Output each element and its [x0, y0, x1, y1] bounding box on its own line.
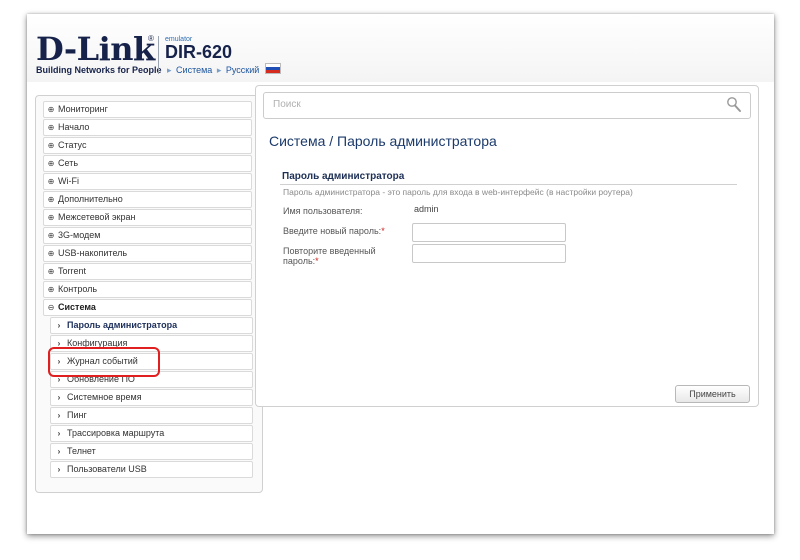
search-icon[interactable]: [726, 96, 742, 114]
sidebar-subitem-traceroute[interactable]: › Трассировка маршрута: [50, 425, 253, 442]
sidebar-item-label: Пароль администратора: [67, 320, 178, 330]
section-title: Пароль администратора: [282, 171, 405, 182]
browser-frame: D-Link ® Building Networks for People em…: [27, 14, 774, 534]
breadcrumb-separator: ▸: [216, 65, 222, 75]
sidebar-item-firewall[interactable]: ⊕ Межсетевой экран: [43, 209, 252, 226]
sidebar-item-network[interactable]: ⊕ Сеть: [43, 155, 252, 172]
expand-icon: ⊕: [47, 213, 55, 222]
sidebar-subitem-ping[interactable]: › Пинг: [50, 407, 253, 424]
chevron-right-icon: ›: [57, 411, 61, 420]
chevron-right-icon: ›: [57, 465, 61, 474]
search-input[interactable]: Поиск: [263, 92, 751, 119]
section-description: Пароль администратора - это пароль для в…: [283, 187, 633, 197]
sidebar-item-advanced[interactable]: ⊕ Дополнительно: [43, 191, 252, 208]
model-name: DIR-620: [165, 42, 233, 62]
header-divider: [158, 36, 159, 74]
required-mark: *: [381, 226, 385, 236]
sidebar-subitem-admin-password[interactable]: › Пароль администратора: [50, 317, 253, 334]
sidebar-item-label: Системное время: [67, 392, 142, 402]
sidebar-subitem-usb-users[interactable]: › Пользователи USB: [50, 461, 253, 478]
sidebar-menu: ⊕ Мониторинг ⊕ Начало ⊕ Статус ⊕ Сеть ⊕ Wi-Fi…: [35, 95, 263, 493]
chevron-right-icon: ›: [57, 447, 61, 456]
section-divider: [280, 184, 737, 185]
expand-icon: ⊕: [47, 105, 55, 114]
expand-icon: ⊕: [47, 195, 55, 204]
search-placeholder: Поиск: [273, 99, 301, 110]
russian-flag-icon[interactable]: [264, 63, 281, 74]
sidebar-item-label: Межсетевой экран: [58, 212, 136, 222]
sidebar-subitem-system-time[interactable]: › Системное время: [50, 389, 253, 406]
sidebar-item-label: USB-накопитель: [58, 248, 128, 258]
sidebar-item-control[interactable]: ⊕ Контроль: [43, 281, 252, 298]
apply-button[interactable]: Применить: [675, 385, 750, 403]
chevron-right-icon: ›: [57, 321, 61, 330]
sidebar-item-usb-storage[interactable]: ⊕ USB-накопитель: [43, 245, 252, 262]
sidebar-item-monitoring[interactable]: ⊕ Мониторинг: [43, 101, 252, 118]
sidebar-item-label: Wi-Fi: [58, 176, 79, 186]
expand-icon: ⊕: [47, 249, 55, 258]
main-panel: Поиск Система / Пароль администратора Па…: [255, 85, 759, 407]
sidebar-item-label: Пинг: [67, 410, 87, 420]
header: D-Link ® Building Networks for People em…: [27, 14, 774, 82]
repeat-password-label: Повторите введенный пароль:*: [283, 246, 395, 266]
sidebar-item-label: 3G-модем: [58, 230, 101, 240]
sidebar-item-wifi[interactable]: ⊕ Wi-Fi: [43, 173, 252, 190]
sidebar-item-label: Телнет: [67, 446, 96, 456]
sidebar-item-label: Сеть: [58, 158, 79, 168]
page-title: Система / Пароль администратора: [269, 133, 497, 149]
new-password-field[interactable]: [412, 223, 566, 242]
new-password-label-text: Введите новый пароль:: [283, 226, 382, 236]
sidebar-item-label: Мониторинг: [58, 104, 108, 114]
repeat-password-field[interactable]: [412, 244, 566, 263]
breadcrumb: ▸ Система ▸ Русский: [165, 63, 281, 76]
expand-icon: ⊕: [47, 267, 55, 276]
expand-icon: ⊕: [47, 123, 55, 132]
sidebar-item-label: Дополнительно: [58, 194, 123, 204]
sidebar-item-label: Статус: [58, 140, 87, 150]
chevron-right-icon: ›: [57, 393, 61, 402]
logo-tagline: Building Networks for People: [36, 65, 162, 75]
required-mark: *: [315, 256, 319, 266]
sidebar-item-label: Начало: [58, 122, 90, 132]
repeat-password-label-text: Повторите введенный пароль:: [283, 246, 376, 266]
sidebar-item-3g-modem[interactable]: ⊕ 3G-модем: [43, 227, 252, 244]
sidebar-item-system[interactable]: ⊖ Система: [43, 299, 252, 316]
logo-text: D-Link: [36, 30, 155, 68]
expand-icon: ⊕: [47, 177, 55, 186]
expand-icon: ⊕: [47, 231, 55, 240]
sidebar-item-label: Torrent: [58, 266, 87, 276]
username-value: admin: [414, 204, 439, 214]
expand-icon: ⊕: [47, 141, 55, 150]
sidebar-item-torrent[interactable]: ⊕ Torrent: [43, 263, 252, 280]
sidebar-item-label: Пользователи USB: [67, 464, 147, 474]
dlink-logo[interactable]: D-Link ® Building Networks for People: [36, 30, 162, 76]
new-password-label: Введите новый пароль:*: [283, 226, 385, 236]
sidebar-item-label: Система: [58, 302, 96, 312]
expand-icon: ⊕: [47, 285, 55, 294]
highlight-annotation: [48, 347, 160, 377]
sidebar-item-label: Трассировка маршрута: [67, 428, 165, 438]
username-label: Имя пользователя:: [283, 206, 363, 216]
logo-registered-mark: ®: [148, 34, 154, 43]
expand-icon: ⊕: [47, 159, 55, 168]
breadcrumb-item-system[interactable]: Система: [176, 65, 212, 75]
sidebar-item-status[interactable]: ⊕ Статус: [43, 137, 252, 154]
sidebar-item-label: Контроль: [58, 284, 98, 294]
sidebar-subitem-telnet[interactable]: › Телнет: [50, 443, 253, 460]
language-selector[interactable]: Русский: [226, 65, 259, 75]
sidebar-item-start[interactable]: ⊕ Начало: [43, 119, 252, 136]
collapse-icon: ⊖: [47, 303, 55, 312]
breadcrumb-separator: ▸: [167, 65, 172, 75]
chevron-right-icon: ›: [57, 429, 61, 438]
